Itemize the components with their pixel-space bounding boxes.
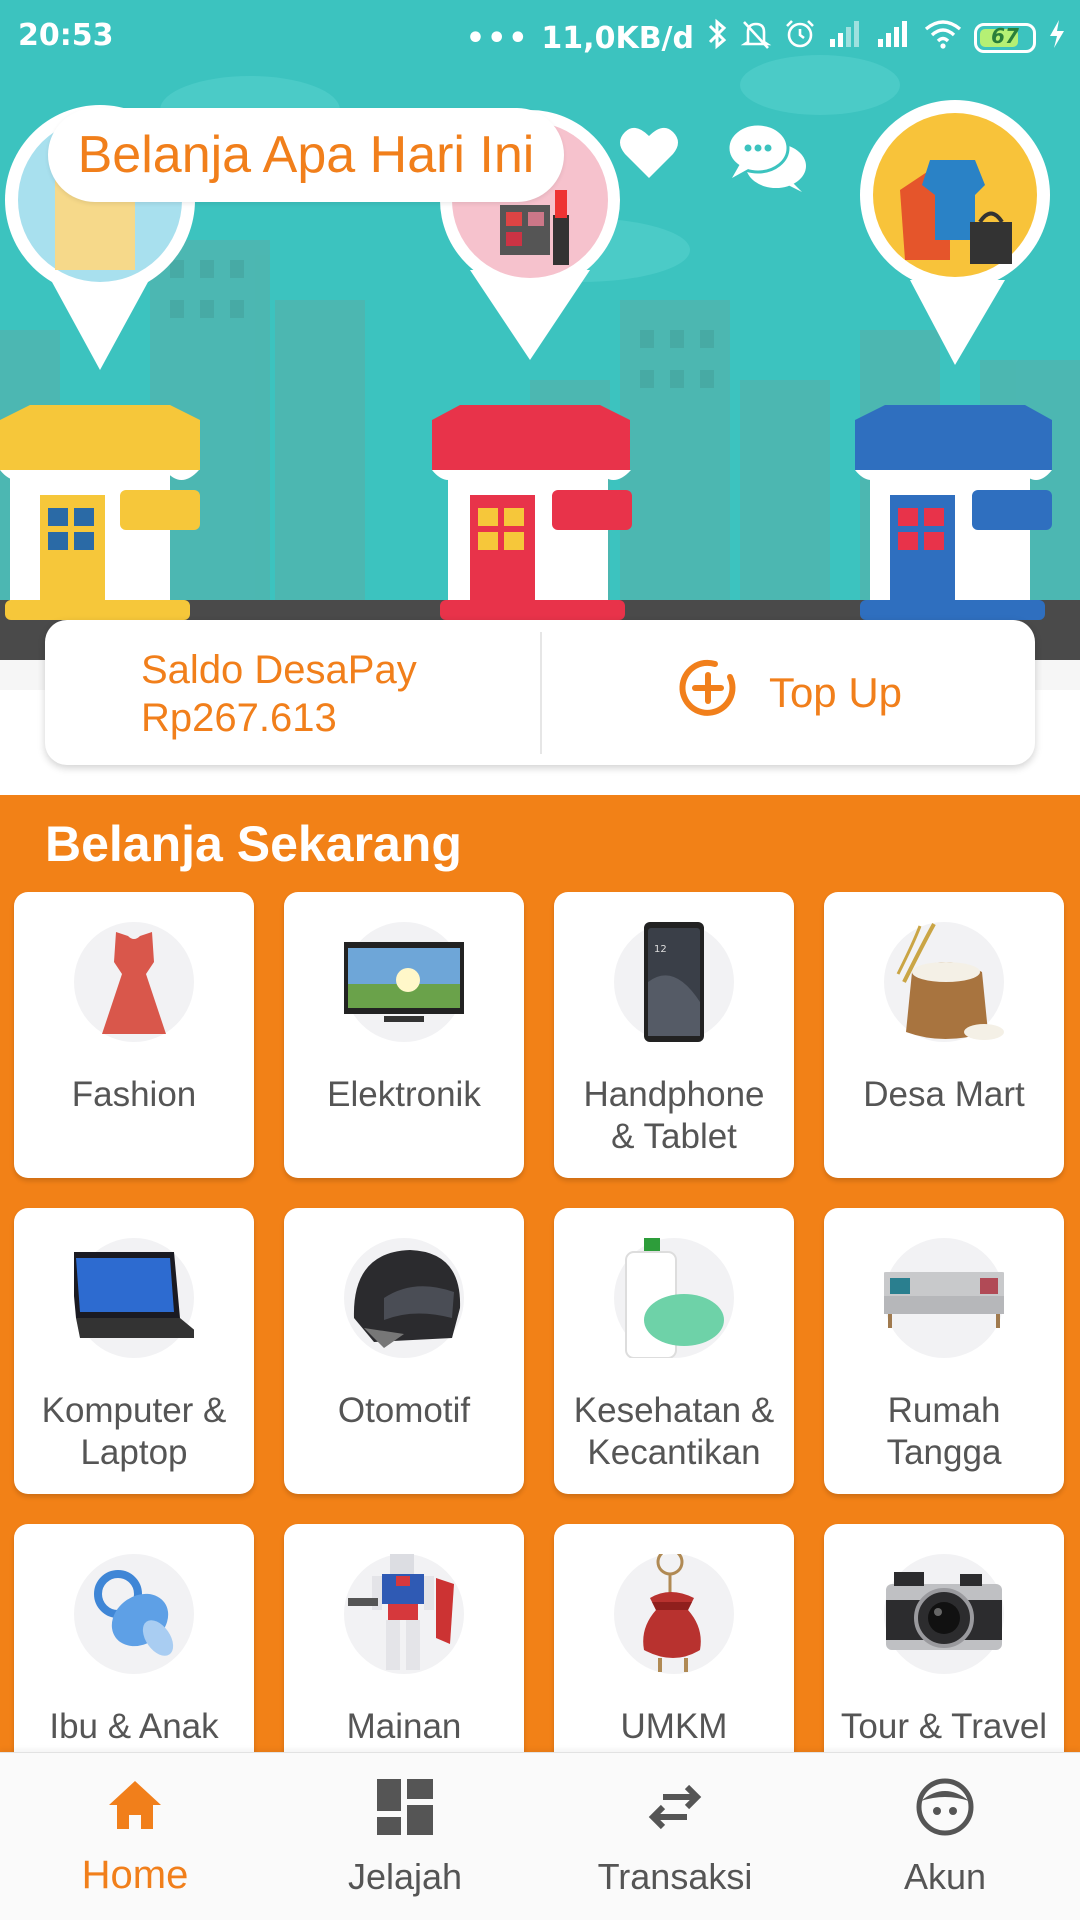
desapay-balance[interactable]: Saldo DesaPay Rp267.613 bbox=[45, 620, 540, 765]
category-label: Ibu & Anak bbox=[49, 1707, 219, 1746]
sofa-icon bbox=[884, 1238, 1004, 1358]
pin-clothes-illustration bbox=[860, 100, 1050, 365]
topup-button[interactable]: Top Up bbox=[542, 620, 1035, 765]
face-icon bbox=[916, 1778, 974, 1836]
balance-label: Saldo DesaPay bbox=[141, 648, 417, 692]
category-desa-mart[interactable]: Desa Mart bbox=[824, 892, 1064, 1178]
swap-arrows-icon bbox=[648, 1784, 702, 1830]
category-komputer[interactable]: Komputer & Laptop bbox=[14, 1208, 254, 1494]
hero-illustration bbox=[0, 55, 1080, 690]
nav-jelajah[interactable]: Jelajah bbox=[270, 1753, 540, 1920]
battery-icon: 67 bbox=[974, 23, 1036, 53]
bluetooth-icon bbox=[706, 18, 728, 58]
more-notifications-dots: ••• bbox=[465, 20, 530, 56]
signal-2-icon bbox=[876, 19, 912, 57]
category-fashion[interactable]: Fashion bbox=[14, 892, 254, 1178]
category-label: Handphone & Tablet bbox=[583, 1075, 765, 1156]
category-label: Tour & Travel bbox=[840, 1707, 1048, 1746]
search-pill[interactable]: Belanja Apa Hari Ini bbox=[48, 108, 564, 202]
category-label: Otomotif bbox=[337, 1391, 471, 1430]
camera-icon bbox=[884, 1554, 1004, 1674]
dashboard-icon bbox=[377, 1779, 433, 1835]
svg-text:12: 12 bbox=[654, 944, 667, 955]
nav-transaksi[interactable]: Transaksi bbox=[540, 1753, 810, 1920]
shop-blue-illustration bbox=[855, 405, 1052, 620]
balance-amount: Rp267.613 bbox=[141, 696, 337, 740]
shop-yellow-illustration bbox=[0, 405, 200, 620]
section-title: Belanja Sekarang bbox=[45, 816, 462, 872]
category-label: Komputer & Laptop bbox=[41, 1391, 227, 1472]
category-handphone[interactable]: 12 Handphone & Tablet bbox=[554, 892, 794, 1178]
category-elektronik[interactable]: Elektronik bbox=[284, 892, 524, 1178]
smartphone-icon: 12 bbox=[614, 922, 734, 1042]
status-bar: 20:53 ••• 11,0KB/d 67 bbox=[0, 0, 1080, 72]
category-label: Desa Mart bbox=[863, 1075, 1025, 1114]
bottom-nav: Home Jelajah Transaksi Akun bbox=[0, 1752, 1080, 1920]
nav-akun[interactable]: Akun bbox=[810, 1753, 1080, 1920]
laptop-icon bbox=[74, 1238, 194, 1358]
category-rumah-tangga[interactable]: Rumah Tangga bbox=[824, 1208, 1064, 1494]
status-time: 20:53 bbox=[18, 18, 114, 53]
category-label: Elektronik bbox=[327, 1075, 481, 1114]
hero-banner bbox=[0, 0, 1080, 690]
mute-bell-icon bbox=[740, 18, 772, 58]
chat-bubbles-icon[interactable] bbox=[726, 118, 808, 194]
network-speed: 11,0KB/d bbox=[541, 20, 694, 56]
rice-sack-icon bbox=[884, 922, 1004, 1042]
balance-card: Saldo DesaPay Rp267.613 Top Up bbox=[45, 620, 1035, 765]
signal-1-icon bbox=[828, 19, 864, 57]
shop-section: Belanja Sekarang Fashion Elektronik 12 H… bbox=[0, 795, 1080, 1810]
nav-label: Transaksi bbox=[597, 1856, 753, 1897]
status-icons: ••• 11,0KB/d 67 bbox=[466, 18, 1066, 58]
nav-label: Jelajah bbox=[347, 1856, 463, 1897]
add-circle-icon bbox=[675, 655, 741, 731]
category-label: Fashion bbox=[71, 1075, 197, 1114]
search-prompt-text: Belanja Apa Hari Ini bbox=[77, 126, 535, 184]
nav-label: Akun bbox=[903, 1856, 987, 1897]
category-label: Kesehatan & Kecantikan bbox=[573, 1391, 775, 1472]
app-screen: 20:53 ••• 11,0KB/d 67 Belanja Apa Hari I… bbox=[0, 0, 1080, 1920]
helmet-icon bbox=[344, 1238, 464, 1358]
battery-level: 67 bbox=[991, 24, 1019, 48]
category-kesehatan[interactable]: Kesehatan & Kecantikan bbox=[554, 1208, 794, 1494]
wishlist-heart-icon[interactable] bbox=[617, 122, 681, 182]
tv-icon bbox=[344, 922, 464, 1042]
category-label: Rumah Tangga bbox=[886, 1391, 1002, 1472]
pouch-icon bbox=[614, 1554, 734, 1674]
alarm-icon bbox=[784, 18, 816, 58]
robot-toy-icon bbox=[344, 1554, 464, 1674]
category-label: Mainan bbox=[346, 1707, 462, 1746]
soap-bottle-icon bbox=[614, 1238, 734, 1358]
shop-red-illustration bbox=[432, 405, 632, 620]
nav-home[interactable]: Home bbox=[0, 1753, 270, 1920]
topup-label: Top Up bbox=[768, 668, 903, 716]
pacifier-icon bbox=[74, 1554, 194, 1674]
wifi-icon bbox=[924, 19, 962, 57]
charging-bolt-icon bbox=[1048, 19, 1066, 57]
category-otomotif[interactable]: Otomotif bbox=[284, 1208, 524, 1494]
nav-label: Home bbox=[81, 1853, 189, 1897]
home-icon bbox=[109, 1781, 161, 1829]
dress-icon bbox=[74, 922, 194, 1042]
category-label: UMKM bbox=[620, 1707, 728, 1746]
